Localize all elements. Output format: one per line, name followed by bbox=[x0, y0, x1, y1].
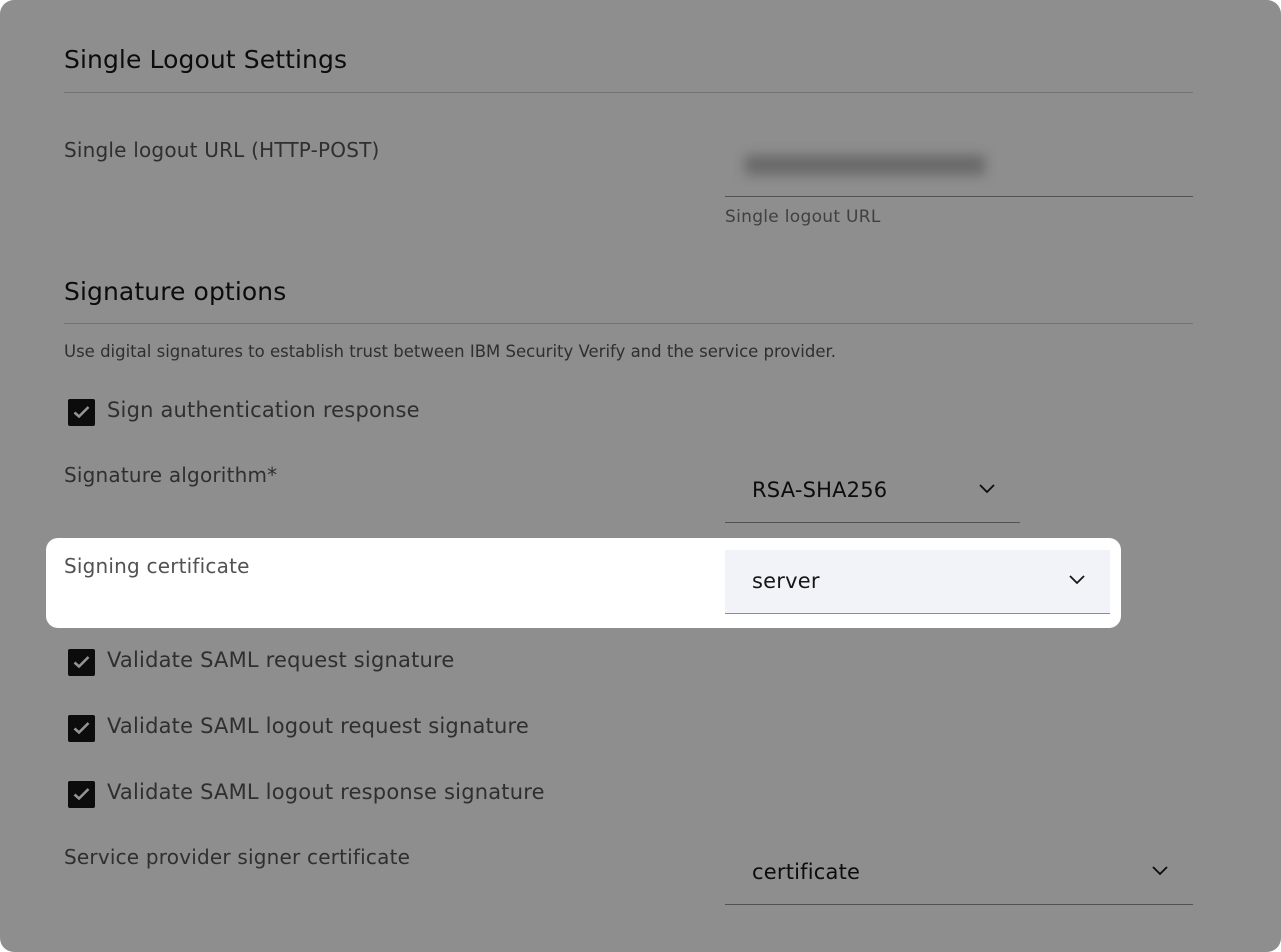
signing-certificate-highlight: Signing certificate server bbox=[46, 538, 1121, 628]
checkbox-label: Validate SAML logout request signature bbox=[107, 714, 529, 738]
settings-panel: Single Logout Settings Single logout URL… bbox=[0, 0, 1281, 952]
checkbox-box[interactable] bbox=[68, 399, 95, 426]
checkbox-label: Validate SAML logout response signature bbox=[107, 780, 545, 804]
section-divider bbox=[64, 92, 1193, 93]
sp-signer-certificate-label: Service provider signer certificate bbox=[64, 845, 411, 869]
single-logout-url-helper: Single logout URL bbox=[725, 207, 881, 227]
signature-options-section-title: Signature options bbox=[64, 277, 287, 306]
settings-content: Single Logout Settings Single logout URL… bbox=[0, 0, 1281, 952]
sp-signer-certificate-select[interactable]: certificate bbox=[725, 841, 1193, 905]
single-logout-section-title: Single Logout Settings bbox=[64, 45, 348, 74]
checkmark-icon bbox=[73, 656, 90, 669]
checkmark-icon bbox=[73, 722, 90, 735]
single-logout-url-input[interactable] bbox=[725, 133, 1193, 197]
checkmark-icon bbox=[73, 788, 90, 801]
select-value: certificate bbox=[752, 860, 861, 884]
signing-certificate-label: Signing certificate bbox=[64, 554, 250, 578]
checkbox-label: Validate SAML request signature bbox=[107, 648, 455, 672]
signature-options-description: Use digital signatures to establish trus… bbox=[64, 342, 837, 361]
checkbox-box[interactable] bbox=[68, 715, 95, 742]
checkbox-box[interactable] bbox=[68, 649, 95, 676]
signing-certificate-select[interactable]: server bbox=[725, 550, 1110, 614]
section-divider bbox=[64, 323, 1193, 324]
chevron-down-icon bbox=[1152, 866, 1168, 876]
select-value: server bbox=[752, 569, 820, 593]
redacted-url-value bbox=[745, 155, 985, 175]
select-value: RSA-SHA256 bbox=[752, 478, 888, 502]
checkmark-icon bbox=[73, 406, 90, 419]
single-logout-url-label: Single logout URL (HTTP-POST) bbox=[64, 138, 380, 162]
chevron-down-icon bbox=[979, 484, 995, 494]
checkbox-box[interactable] bbox=[68, 781, 95, 808]
checkbox-label: Sign authentication response bbox=[107, 398, 420, 422]
signature-algorithm-label: Signature algorithm* bbox=[64, 463, 278, 487]
signature-algorithm-select[interactable]: RSA-SHA256 bbox=[725, 459, 1020, 523]
chevron-down-icon bbox=[1069, 575, 1085, 585]
